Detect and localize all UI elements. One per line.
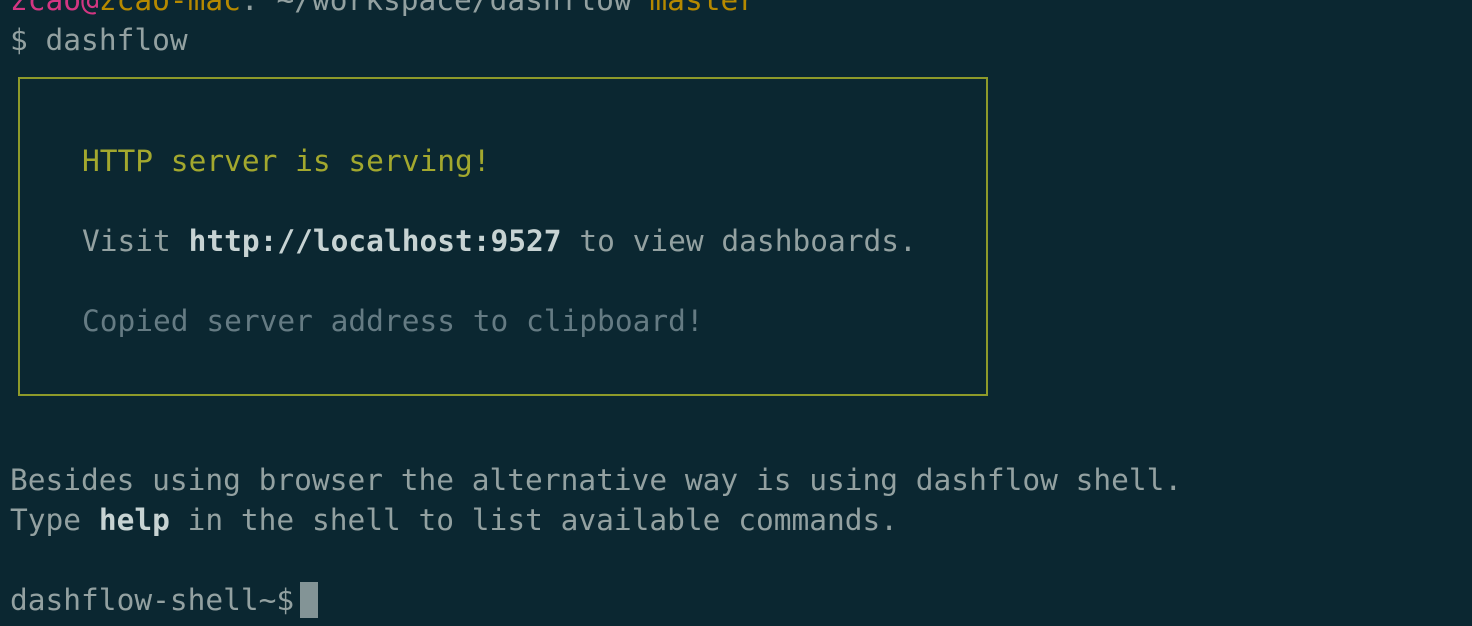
server-url[interactable]: http://localhost:9527 <box>189 224 562 258</box>
visit-prefix: Visit <box>82 224 171 258</box>
command-text: dashflow <box>45 23 188 57</box>
prompt-at: @ <box>81 0 99 17</box>
prompt-path: ~/workspace/dashflow <box>276 0 632 17</box>
help-suffix: in the shell to list available commands. <box>187 503 899 537</box>
visit-message: Visit http://localhost:9527 to view dash… <box>82 221 917 261</box>
text-cursor[interactable] <box>300 581 319 618</box>
help-keyword: help <box>98 503 170 537</box>
command-symbol: $ <box>10 23 28 57</box>
shell-info-line: Besides using browser the alternative wa… <box>10 463 1183 497</box>
help-prefix: Type <box>10 503 82 537</box>
prompt-branch: master <box>649 0 756 17</box>
command-line: $ dashflow <box>10 20 188 60</box>
visit-suffix: to view dashboards. <box>579 224 917 258</box>
copied-message: Copied server address to clipboard! <box>82 304 704 338</box>
server-info-box: HTTP server is serving! Visit http://loc… <box>18 77 988 396</box>
shell-prompt: dashflow-shell~$ <box>10 583 295 617</box>
help-info-line: Type help in the shell to list available… <box>10 500 898 540</box>
previous-prompt-line: zcao@zcao-mac: ~/workspace/dashflow mast… <box>10 0 756 20</box>
prompt-separator: : <box>240 0 259 17</box>
prompt-user: zcao <box>10 0 82 17</box>
terminal-window[interactable]: zcao@zcao-mac: ~/workspace/dashflow mast… <box>0 0 1472 626</box>
shell-prompt-line[interactable]: dashflow-shell~$ <box>10 580 319 620</box>
prompt-host: zcao-mac <box>98 0 241 17</box>
serving-message: HTTP server is serving! <box>82 144 491 178</box>
